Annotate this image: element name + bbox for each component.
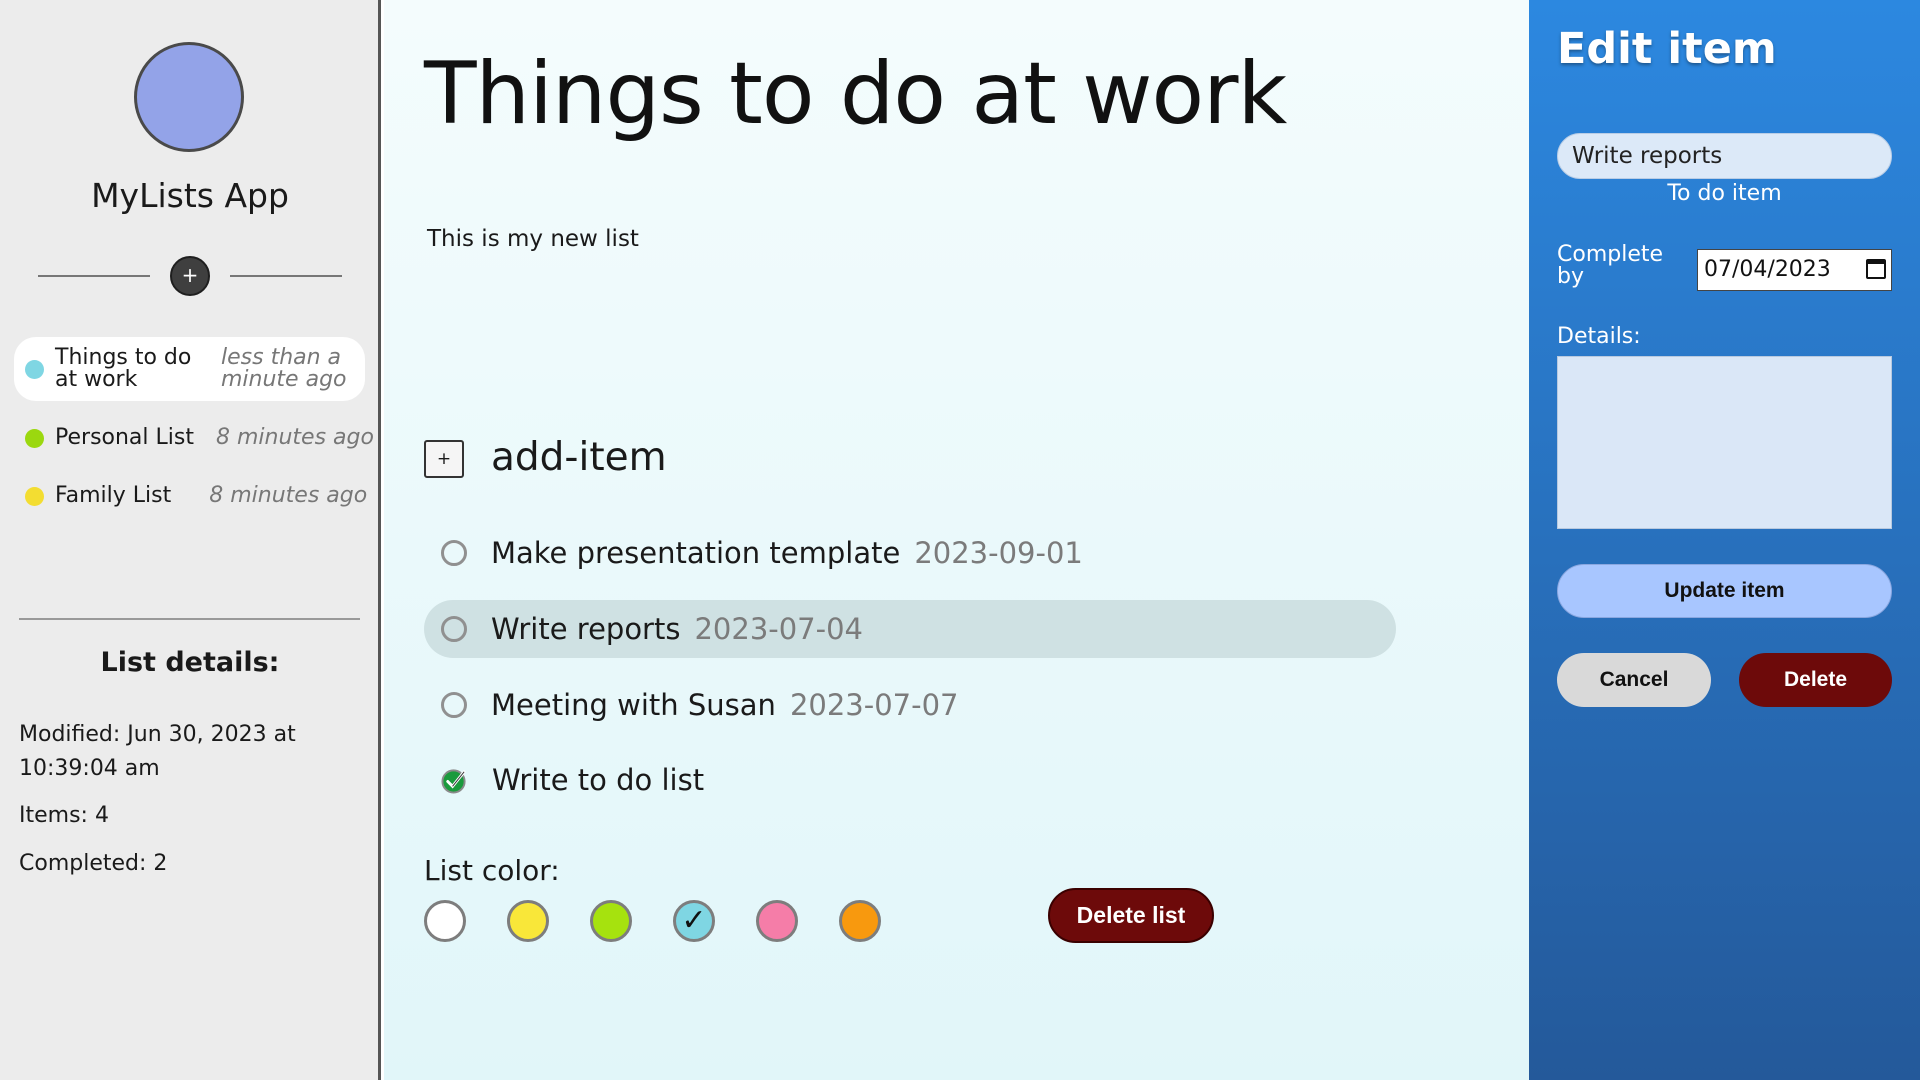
todo-item[interactable]: Meeting with Susan 2023-07-07	[424, 676, 1396, 734]
item-checkbox[interactable]	[441, 692, 467, 718]
list-description[interactable]: This is my new list	[427, 226, 639, 252]
date-value: 07/04/2023	[1704, 257, 1831, 282]
list-timestamp: 8 minutes ago	[215, 425, 374, 450]
check-icon: ✓	[681, 903, 707, 938]
list-name: Things to do at work	[55, 345, 192, 392]
avatar[interactable]	[134, 42, 244, 152]
list-name: Personal List	[55, 425, 194, 450]
item-name: Write reports	[491, 612, 681, 646]
item-name: Meeting with Susan	[491, 688, 776, 722]
list-modified-text: Modified: Jun 30, 2023 at 10:39:04 am	[19, 722, 296, 781]
delete-list-button[interactable]: Delete list	[1048, 888, 1214, 943]
details-textarea[interactable]	[1557, 356, 1892, 529]
main-content: Things to do at work This is my new list…	[384, 0, 1529, 1080]
list-timestamp: 8 minutes ago	[209, 483, 368, 508]
list-color-label: List color:	[424, 854, 560, 887]
item-checkbox[interactable]	[441, 540, 467, 566]
sidebar-item-personal-list[interactable]: Personal List 8 minutes ago	[14, 425, 374, 451]
add-item-button[interactable]: +	[424, 440, 464, 478]
sidebar-item-things-to-do-at-work[interactable]: Things to do at work less than a minute …	[14, 337, 365, 401]
divider	[230, 275, 342, 277]
color-swatch-cyan[interactable]: ✓	[673, 900, 715, 942]
list-name: Family List	[55, 483, 172, 508]
todo-item-selected[interactable]: Write reports 2023-07-04	[424, 600, 1396, 658]
cancel-button[interactable]: Cancel	[1557, 653, 1711, 707]
list-color-dot	[25, 486, 44, 506]
item-type-label: To do item	[1667, 181, 1782, 206]
add-item-input[interactable]: add-item	[491, 435, 667, 480]
divider	[19, 618, 360, 620]
list-details-title: List details:	[100, 647, 280, 678]
list-timestamp: less than a minute ago	[221, 345, 347, 392]
color-swatch-pink[interactable]	[756, 900, 798, 942]
sidebar-item-family-list[interactable]: Family List 8 minutes ago	[14, 483, 368, 509]
item-date: 2023-07-04	[694, 612, 864, 646]
list-items-count: Items: 4	[19, 803, 109, 828]
item-date: 2023-07-07	[789, 688, 959, 722]
app-name: MyLists App	[91, 176, 289, 215]
list-color-dot	[25, 359, 44, 379]
complete-by-date-input[interactable]: 07/04/2023	[1697, 249, 1892, 291]
delete-item-button[interactable]: Delete	[1739, 653, 1892, 707]
details-label: Details:	[1557, 324, 1641, 349]
color-swatch-orange[interactable]	[839, 900, 881, 942]
item-name: Write to do list	[492, 763, 705, 797]
item-checkbox[interactable]	[441, 616, 467, 642]
item-date: 2023-09-01	[914, 536, 1083, 570]
edit-item-panel: Edit item Write reports To do item Compl…	[1529, 0, 1920, 1080]
edit-panel-title: Edit item	[1557, 24, 1777, 74]
checked-circle-icon[interactable]	[441, 767, 468, 794]
page-title[interactable]: Things to do at work	[424, 44, 1287, 144]
add-list-button[interactable]: +	[170, 256, 210, 296]
color-swatch-green[interactable]	[590, 900, 632, 942]
sidebar: MyLists App + Things to do at work less …	[0, 0, 381, 1080]
todo-item[interactable]: Make presentation template 2023-09-01	[424, 524, 1396, 582]
calendar-icon[interactable]	[1866, 259, 1886, 279]
update-item-button[interactable]: Update item	[1557, 564, 1892, 618]
item-name-input[interactable]: Write reports	[1557, 133, 1892, 179]
list-color-dot	[25, 428, 44, 448]
divider	[38, 275, 150, 277]
list-completed-count: Completed: 2	[19, 851, 168, 876]
color-swatch-yellow[interactable]	[507, 900, 549, 942]
item-name: Make presentation template	[491, 536, 901, 570]
complete-by-label: Complete by	[1557, 242, 1664, 289]
color-swatch-white[interactable]	[424, 900, 466, 942]
todo-item[interactable]: Write to do list	[424, 751, 1396, 809]
